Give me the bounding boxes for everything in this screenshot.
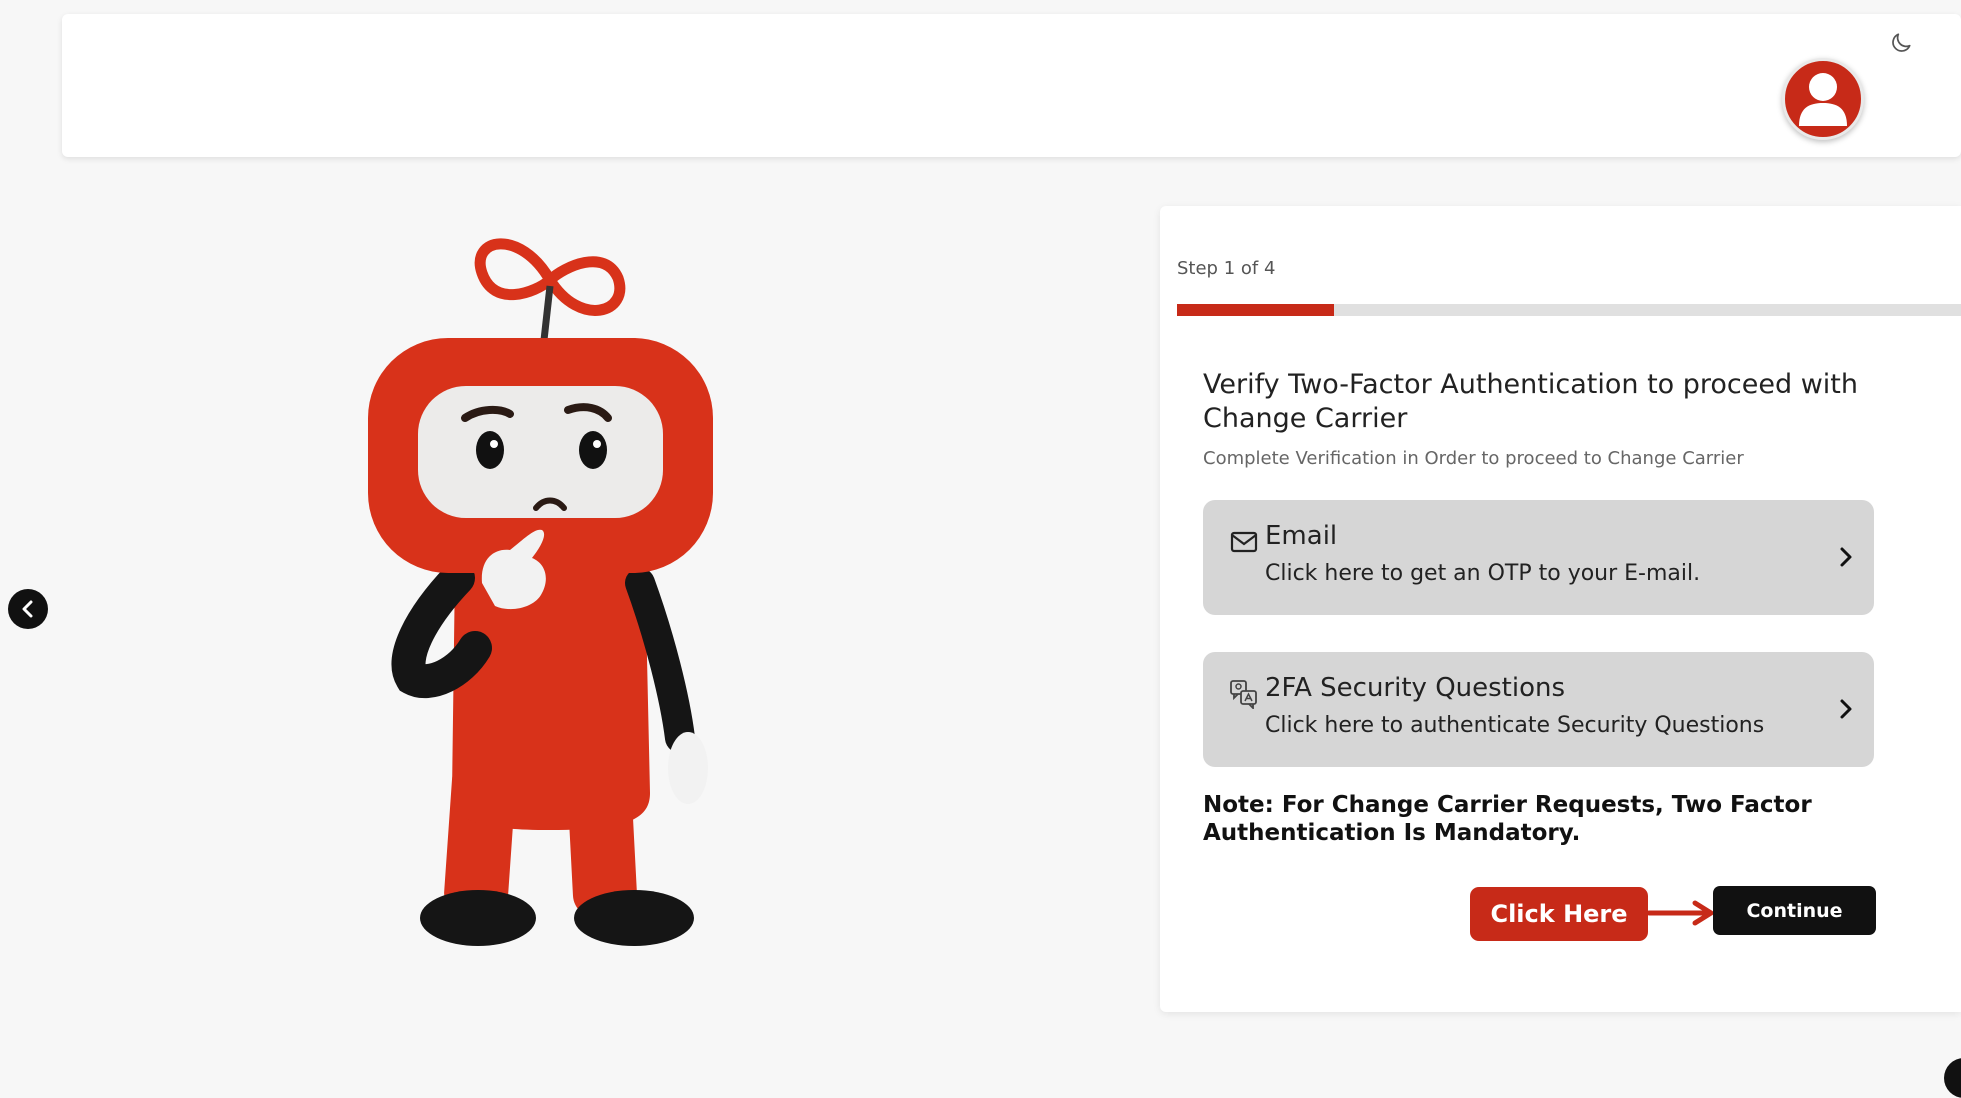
page-title: Verify Two-Factor Authentication to proc… bbox=[1203, 369, 1858, 434]
mail-icon bbox=[1230, 531, 1258, 553]
page-subtitle: Complete Verification in Order to procee… bbox=[1203, 448, 1744, 469]
moon-icon bbox=[1892, 33, 1911, 52]
step-indicator: Step 1 of 4 bbox=[1177, 258, 1276, 279]
mascot-illustration bbox=[368, 238, 713, 946]
click-here-callout: Click Here bbox=[1470, 887, 1648, 941]
top-header-bar bbox=[62, 14, 1961, 157]
chat-widget-button[interactable] bbox=[1944, 1058, 1961, 1098]
chevron-right-icon bbox=[1840, 547, 1852, 567]
user-avatar-button[interactable] bbox=[1782, 58, 1864, 140]
security-questions-option-description: Click here to authenticate Security Ques… bbox=[1265, 713, 1765, 738]
chevron-left-icon bbox=[22, 600, 33, 618]
progress-bar bbox=[1177, 304, 1961, 316]
chevron-right-icon bbox=[1840, 699, 1852, 719]
security-questions-option-title: 2FA Security Questions bbox=[1265, 673, 1566, 703]
email-option-card[interactable]: Email Click here to get an OTP to your E… bbox=[1203, 500, 1874, 615]
arrow-right-icon bbox=[1647, 900, 1714, 926]
email-option-description: Click here to get an OTP to your E-mail. bbox=[1265, 561, 1701, 586]
security-questions-option-card[interactable]: 2FA Security Questions Click here to aut… bbox=[1203, 652, 1874, 767]
progress-bar-fill bbox=[1177, 304, 1334, 316]
mandatory-note: Note: For Change Carrier Requests, Two F… bbox=[1203, 792, 1812, 846]
theme-toggle-button[interactable] bbox=[1886, 28, 1916, 58]
continue-button[interactable]: Continue bbox=[1713, 886, 1876, 935]
user-icon bbox=[1799, 73, 1847, 126]
back-button[interactable] bbox=[8, 589, 48, 629]
email-option-title: Email bbox=[1265, 521, 1338, 551]
security-questions-icon bbox=[1230, 680, 1257, 709]
two-factor-panel: Step 1 of 4 Verify Two-Factor Authentica… bbox=[1160, 206, 1961, 1012]
